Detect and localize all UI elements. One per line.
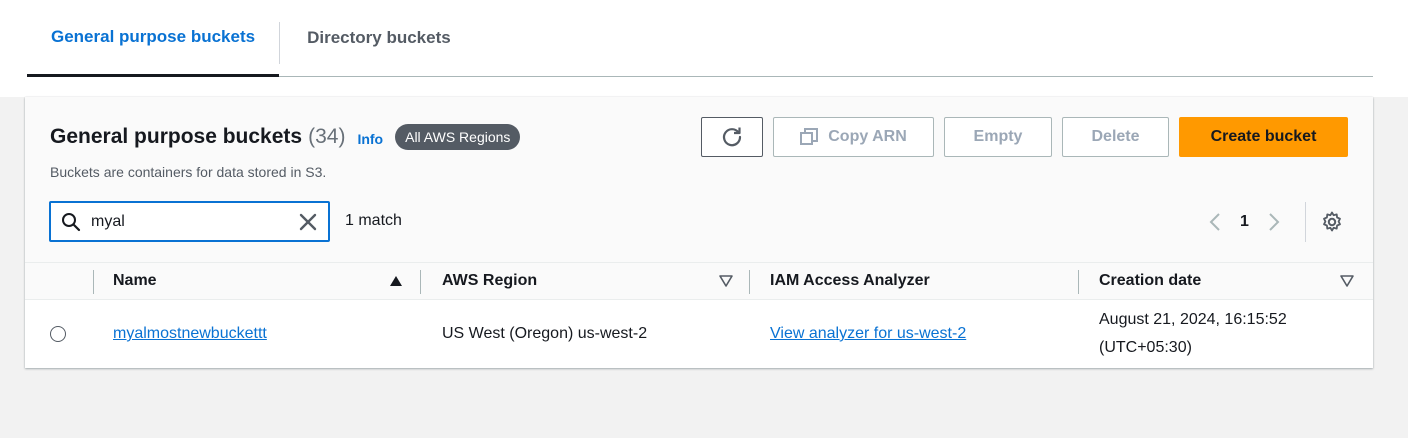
tabs-area: General purpose buckets Directory bucket…	[0, 0, 1408, 97]
column-divider	[420, 270, 421, 294]
column-divider	[749, 270, 750, 294]
refresh-icon	[721, 126, 743, 148]
view-analyzer-link[interactable]: View analyzer for us-west-2	[770, 325, 966, 343]
row-select-radio[interactable]	[50, 326, 66, 342]
table-row: myalmostnewbuckettt US West (Oregon) us-…	[25, 300, 1373, 368]
creation-date-line2: (UTC+05:30)	[1099, 339, 1192, 356]
sort-ascending-icon[interactable]	[389, 275, 403, 287]
panel-description: Buckets are containers for data stored i…	[50, 164, 327, 180]
sort-icon[interactable]	[1340, 275, 1354, 287]
sort-icon[interactable]	[719, 275, 733, 287]
creation-date-line1: August 21, 2024, 16:15:52	[1099, 311, 1287, 328]
search-box	[49, 201, 330, 242]
buckets-panel: General purpose buckets (34) Info All AW…	[25, 97, 1373, 368]
settings-gear-icon[interactable]	[1320, 210, 1344, 234]
clear-search-icon[interactable]	[298, 212, 318, 232]
page-number[interactable]: 1	[1240, 213, 1249, 231]
search-input[interactable]	[91, 212, 281, 231]
bucket-type-tabs: General purpose buckets Directory bucket…	[27, 0, 1373, 77]
info-link[interactable]: Info	[357, 131, 383, 147]
previous-page-icon[interactable]	[1205, 212, 1225, 232]
next-page-icon[interactable]	[1264, 212, 1284, 232]
bucket-name-link[interactable]: myalmostnewbuckettt	[113, 325, 267, 343]
match-count: 1 match	[345, 212, 402, 229]
refresh-button[interactable]	[701, 117, 763, 157]
search-icon	[61, 212, 81, 232]
region-badge: All AWS Regions	[395, 124, 521, 150]
copy-arn-label: Copy ARN	[828, 128, 907, 145]
column-divider	[93, 270, 94, 294]
create-bucket-button[interactable]: Create bucket	[1179, 117, 1348, 157]
column-header-creation-date[interactable]: Creation date	[1099, 272, 1201, 290]
column-header-region[interactable]: AWS Region	[442, 272, 537, 290]
copy-icon	[800, 128, 819, 146]
pagination: 1	[1205, 207, 1284, 237]
copy-arn-button[interactable]: Copy ARN	[773, 117, 934, 157]
bucket-count: (34)	[308, 125, 346, 148]
tab-directory-buckets[interactable]: Directory buckets	[280, 0, 478, 76]
panel-header: General purpose buckets (34) Info All AW…	[50, 124, 521, 150]
tab-general-purpose-buckets[interactable]: General purpose buckets	[27, 0, 280, 77]
empty-button[interactable]: Empty	[944, 117, 1052, 157]
page-title: General purpose buckets	[50, 125, 303, 148]
delete-button[interactable]: Delete	[1062, 117, 1169, 157]
table-header: Name AWS Region IAM Access Analyzer Crea…	[25, 262, 1373, 300]
column-divider	[1078, 270, 1079, 294]
column-header-iam-analyzer[interactable]: IAM Access Analyzer	[770, 272, 930, 290]
bucket-region: US West (Oregon) us-west-2	[442, 325, 648, 342]
pager-divider	[1305, 202, 1306, 242]
creation-date: August 21, 2024, 16:15:52 (UTC+05:30)	[1099, 306, 1287, 362]
column-header-name[interactable]: Name	[113, 272, 157, 290]
